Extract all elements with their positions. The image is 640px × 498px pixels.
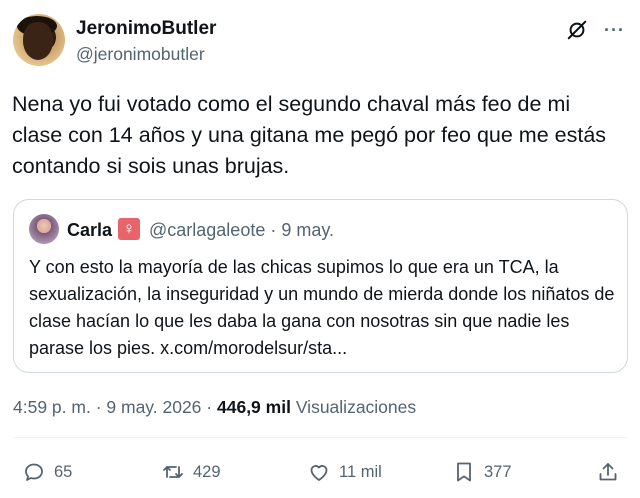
- reply-icon: [25, 463, 43, 481]
- share-icon: [599, 463, 617, 481]
- female-sign-icon: ♀: [118, 218, 140, 240]
- meta-separator: ·: [95, 397, 102, 417]
- bookmark-count: 377: [484, 463, 512, 481]
- like-icon: [310, 465, 328, 481]
- quoted-text: Y con esto la mayoría de las chicas supi…: [29, 257, 615, 358]
- tweet-text: Nena yo fui votado como el segundo chava…: [12, 92, 607, 178]
- quoted-meta: @carlagaleote · 9 may.: [149, 220, 334, 241]
- avatar-face: [23, 22, 53, 60]
- quoted-handle[interactable]: @carlagaleote: [149, 220, 265, 240]
- quoted-name[interactable]: Carla: [67, 220, 112, 241]
- tweet-time[interactable]: 4:59 p. m.: [13, 397, 91, 417]
- like-count: 11 mil: [339, 463, 382, 481]
- share-button[interactable]: [596, 460, 628, 484]
- more-icon[interactable]: ···: [604, 20, 625, 41]
- repost-button[interactable]: 429: [161, 460, 221, 484]
- quoted-date[interactable]: 9 may.: [281, 220, 334, 240]
- views-count: 446,9 mil: [217, 397, 291, 417]
- reply-button[interactable]: 65: [22, 460, 72, 484]
- author-handle[interactable]: @jeronimobutler: [76, 44, 205, 65]
- author-avatar[interactable]: [13, 14, 65, 66]
- tweet-timestamp: 4:59 p. m. · 9 may. 2026 · 446,9 mil Vis…: [13, 397, 416, 418]
- repost-icon: [163, 466, 183, 478]
- quoted-separator: ·: [270, 220, 277, 240]
- grok-icon[interactable]: [566, 19, 588, 41]
- views-label: Visualizaciones: [295, 397, 417, 417]
- tweet-date[interactable]: 9 may. 2026: [106, 397, 201, 417]
- quoted-tweet[interactable]: Carla ♀ @carlagaleote · 9 may. Y con est…: [13, 199, 628, 373]
- author-name[interactable]: JeronimoButler: [76, 18, 216, 40]
- reply-count: 65: [54, 463, 73, 481]
- bookmark-icon: [457, 462, 471, 482]
- like-button[interactable]: 11 mil: [307, 460, 382, 484]
- divider: [13, 437, 628, 438]
- repost-count: 429: [193, 463, 221, 481]
- quoted-avatar[interactable]: [29, 214, 59, 244]
- bookmark-button[interactable]: 377: [452, 460, 512, 484]
- meta-separator: ·: [206, 397, 213, 417]
